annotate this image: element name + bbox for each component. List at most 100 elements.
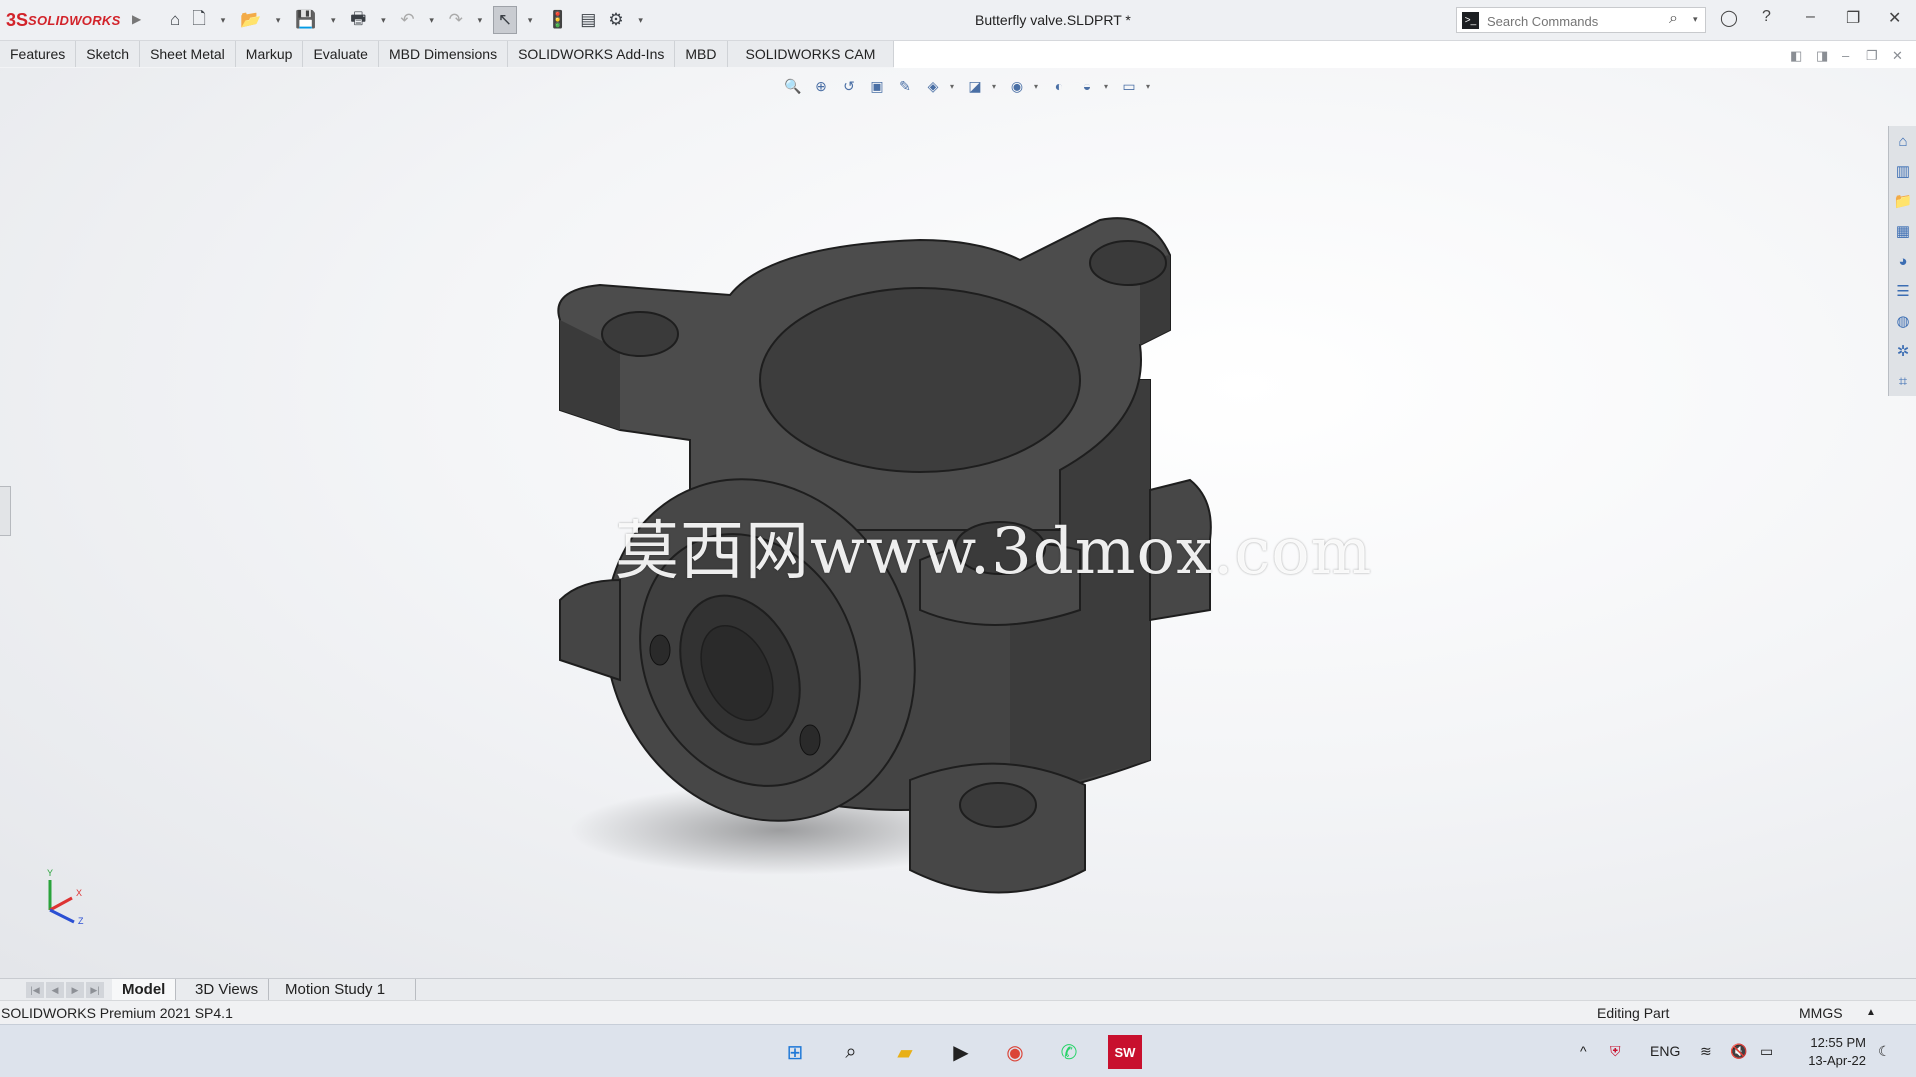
- tab-model[interactable]: Model: [112, 979, 177, 1001]
- cam-tree-icon[interactable]: ⌗: [1889, 366, 1916, 396]
- tile-right-icon[interactable]: ◨: [1816, 48, 1828, 64]
- open-dropdown-icon[interactable]: ▾: [269, 7, 287, 33]
- tray-solidworks-icon[interactable]: ⛨: [1610, 1043, 1621, 1060]
- status-bar: SOLIDWORKS Premium 2021 SP4.1 Editing Pa…: [0, 1000, 1916, 1025]
- left-bolt-hole: [601, 311, 679, 357]
- right-bolt-hole: [1089, 240, 1167, 286]
- user-account-icon[interactable]: ◯: [1720, 8, 1738, 28]
- scroll-last-icon[interactable]: ▶|: [86, 982, 104, 998]
- whatsapp-icon[interactable]: ✆: [1052, 1035, 1086, 1069]
- zoom-to-area-icon[interactable]: ⊕: [810, 76, 832, 96]
- solidworks-resources-icon[interactable]: ⌂: [1889, 126, 1916, 156]
- tab-sheet-metal[interactable]: Sheet Metal: [140, 41, 236, 67]
- tab-3d-views[interactable]: 3D Views: [185, 979, 270, 1001]
- undo-dropdown-icon[interactable]: ▾: [423, 7, 441, 33]
- new-dropdown-icon[interactable]: ▾: [214, 7, 232, 33]
- save-icon[interactable]: 💾: [291, 7, 320, 33]
- tab-mbd[interactable]: MBD: [675, 41, 728, 67]
- taskbar-search-icon[interactable]: ⌕: [834, 1035, 868, 1069]
- wifi-icon[interactable]: ≋: [1700, 1043, 1712, 1060]
- media-player-icon[interactable]: ▶: [944, 1035, 978, 1069]
- edit-appearance-icon[interactable]: ◐: [1048, 76, 1070, 96]
- tile-left-icon[interactable]: ◧: [1790, 48, 1802, 64]
- scroll-next-icon[interactable]: ▶: [66, 982, 84, 998]
- tab-evaluate[interactable]: Evaluate: [303, 41, 379, 67]
- hide-show-dropdown-icon[interactable]: ▾: [1034, 82, 1042, 91]
- menu-expand-arrow-icon[interactable]: ▶: [132, 12, 141, 26]
- doc-restore-icon[interactable]: ❐: [1866, 48, 1878, 64]
- appearances-icon[interactable]: ◕: [1889, 246, 1916, 276]
- undo-icon[interactable]: ↶: [396, 7, 418, 33]
- language-indicator[interactable]: ENG: [1650, 1043, 1680, 1059]
- view-settings-dropdown-icon[interactable]: ▾: [1146, 82, 1154, 91]
- file-explorer-taskbar-icon[interactable]: ▰: [888, 1035, 922, 1069]
- feature-manager-expand-handle[interactable]: [0, 486, 11, 536]
- apply-scene-dropdown-icon[interactable]: ▾: [1104, 82, 1112, 91]
- section-view-icon[interactable]: ▣: [866, 76, 888, 96]
- search-icon[interactable]: ⌕: [1669, 10, 1678, 28]
- notification-icon[interactable]: ☾: [1878, 1043, 1891, 1060]
- print-dropdown-icon[interactable]: ▾: [374, 7, 392, 33]
- chrome-browser-icon[interactable]: ◉: [998, 1035, 1032, 1069]
- select-dropdown-icon[interactable]: ▾: [521, 7, 539, 33]
- new-document-icon[interactable]: 🗋: [188, 7, 210, 33]
- options-gear-icon[interactable]: ⚙: [604, 7, 627, 33]
- display-style-dropdown-icon[interactable]: ▾: [992, 82, 1000, 91]
- select-pointer-icon[interactable]: ↖: [492, 6, 518, 34]
- battery-icon[interactable]: ▭: [1760, 1043, 1773, 1060]
- tab-features[interactable]: Features: [0, 41, 77, 67]
- windows-start-icon[interactable]: ⊞: [778, 1035, 812, 1069]
- doc-minimize-icon[interactable]: –: [1842, 48, 1849, 63]
- tab-solidworks-cam[interactable]: SOLIDWORKS CAM: [727, 41, 895, 67]
- view-settings-icon[interactable]: ▭: [1118, 76, 1140, 96]
- view-orientation-dropdown-icon[interactable]: ▾: [950, 82, 958, 91]
- tab-motion-study-1[interactable]: Motion Study 1: [275, 979, 416, 1001]
- doc-close-icon[interactable]: ✕: [1892, 48, 1903, 64]
- custom-properties-icon[interactable]: ☰: [1889, 276, 1916, 306]
- search-commands-box[interactable]: >_ ⌕ ▾: [1456, 7, 1706, 33]
- view-orientation-icon[interactable]: ◈: [922, 76, 944, 96]
- previous-view-icon[interactable]: ↺: [838, 76, 860, 96]
- search-dropdown-icon[interactable]: ▾: [1693, 14, 1698, 25]
- tab-mbd-dimensions[interactable]: MBD Dimensions: [378, 41, 509, 67]
- restore-icon[interactable]: ❐: [1846, 8, 1860, 28]
- home-icon[interactable]: ⌂: [166, 7, 184, 33]
- print-icon[interactable]: 🖶: [346, 7, 370, 33]
- solidworks-taskbar-icon[interactable]: SW: [1108, 1035, 1142, 1069]
- open-folder-icon[interactable]: 📂: [236, 7, 265, 33]
- redo-icon[interactable]: ↷: [445, 7, 467, 33]
- redo-dropdown-icon[interactable]: ▾: [471, 7, 489, 33]
- units-menu-arrow-icon[interactable]: ▲: [1866, 1007, 1876, 1018]
- design-library-icon[interactable]: ▥: [1889, 156, 1916, 186]
- status-units[interactable]: MMGS: [1799, 1005, 1843, 1021]
- dynamic-annotation-icon[interactable]: ✎: [894, 76, 916, 96]
- solidworks-logo[interactable]: 3S SOLIDWORKS: [6, 8, 121, 32]
- clock-time: 12:55 PM: [1810, 1035, 1866, 1050]
- solidworks-forum-icon[interactable]: ◍: [1889, 306, 1916, 336]
- title-bar: 3S SOLIDWORKS ▶ ⌂ 🗋 ▾ 📂 ▾ 💾 ▾ 🖶 ▾ ↶ ▾ ↷ …: [0, 0, 1916, 41]
- file-properties-icon[interactable]: ▤: [576, 7, 600, 33]
- minimize-icon[interactable]: –: [1806, 8, 1815, 26]
- apply-scene-icon[interactable]: ◒: [1076, 76, 1098, 96]
- tray-overflow-chevron-icon[interactable]: ^: [1580, 1043, 1587, 1059]
- display-style-icon[interactable]: ◪: [964, 76, 986, 96]
- help-icon[interactable]: ?: [1762, 8, 1771, 26]
- system-clock[interactable]: 12:55 PM 13-Apr-22: [1796, 1034, 1866, 1070]
- toolbox-icon[interactable]: ✲: [1889, 336, 1916, 366]
- scroll-first-icon[interactable]: |◀: [26, 982, 44, 998]
- speaker-muted-icon[interactable]: 🔇: [1730, 1043, 1747, 1060]
- command-prompt-icon: >_: [1462, 12, 1479, 29]
- hide-show-items-icon[interactable]: ◉: [1006, 76, 1028, 96]
- scroll-prev-icon[interactable]: ◀: [46, 982, 64, 998]
- file-explorer-icon[interactable]: 📁: [1889, 186, 1916, 216]
- view-palette-icon[interactable]: ▦: [1889, 216, 1916, 246]
- options-dropdown-icon[interactable]: ▾: [632, 7, 650, 33]
- zoom-to-fit-icon[interactable]: 🔍: [782, 76, 804, 96]
- rebuild-icon[interactable]: 🚦: [543, 7, 572, 33]
- tab-sketch[interactable]: Sketch: [76, 41, 141, 67]
- save-dropdown-icon[interactable]: ▾: [324, 7, 342, 33]
- search-input[interactable]: [1485, 11, 1669, 31]
- tab-markup[interactable]: Markup: [235, 41, 304, 67]
- close-icon[interactable]: ✕: [1888, 8, 1901, 28]
- tab-solidworks-add-ins[interactable]: SOLIDWORKS Add-Ins: [508, 41, 676, 67]
